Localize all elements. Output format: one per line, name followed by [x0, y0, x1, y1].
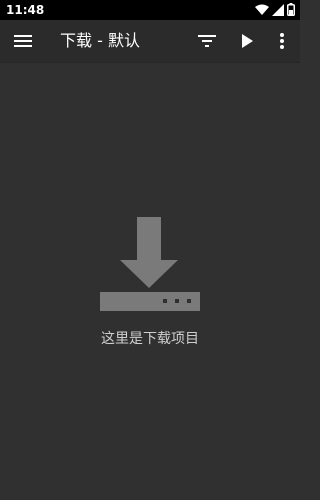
- toolbar-title: 下载 - 默认: [60, 31, 140, 50]
- filter-icon[interactable]: [189, 20, 225, 62]
- battery-icon: [287, 1, 295, 20]
- empty-state-message: 这里是下载项目: [101, 331, 199, 347]
- signal-icon: [272, 1, 284, 20]
- status-bar: 11:48: [0, 0, 300, 20]
- download-icon: [99, 215, 201, 317]
- status-icons: [255, 2, 295, 18]
- status-time: 11:48: [6, 3, 45, 17]
- empty-state: 这里是下载项目: [0, 215, 300, 349]
- more-vert-icon[interactable]: [264, 20, 300, 62]
- app-toolbar: 下载 - 默认: [0, 20, 300, 63]
- play-icon[interactable]: [229, 20, 265, 62]
- hamburger-menu-icon[interactable]: [5, 20, 41, 62]
- wifi-icon: [255, 1, 269, 20]
